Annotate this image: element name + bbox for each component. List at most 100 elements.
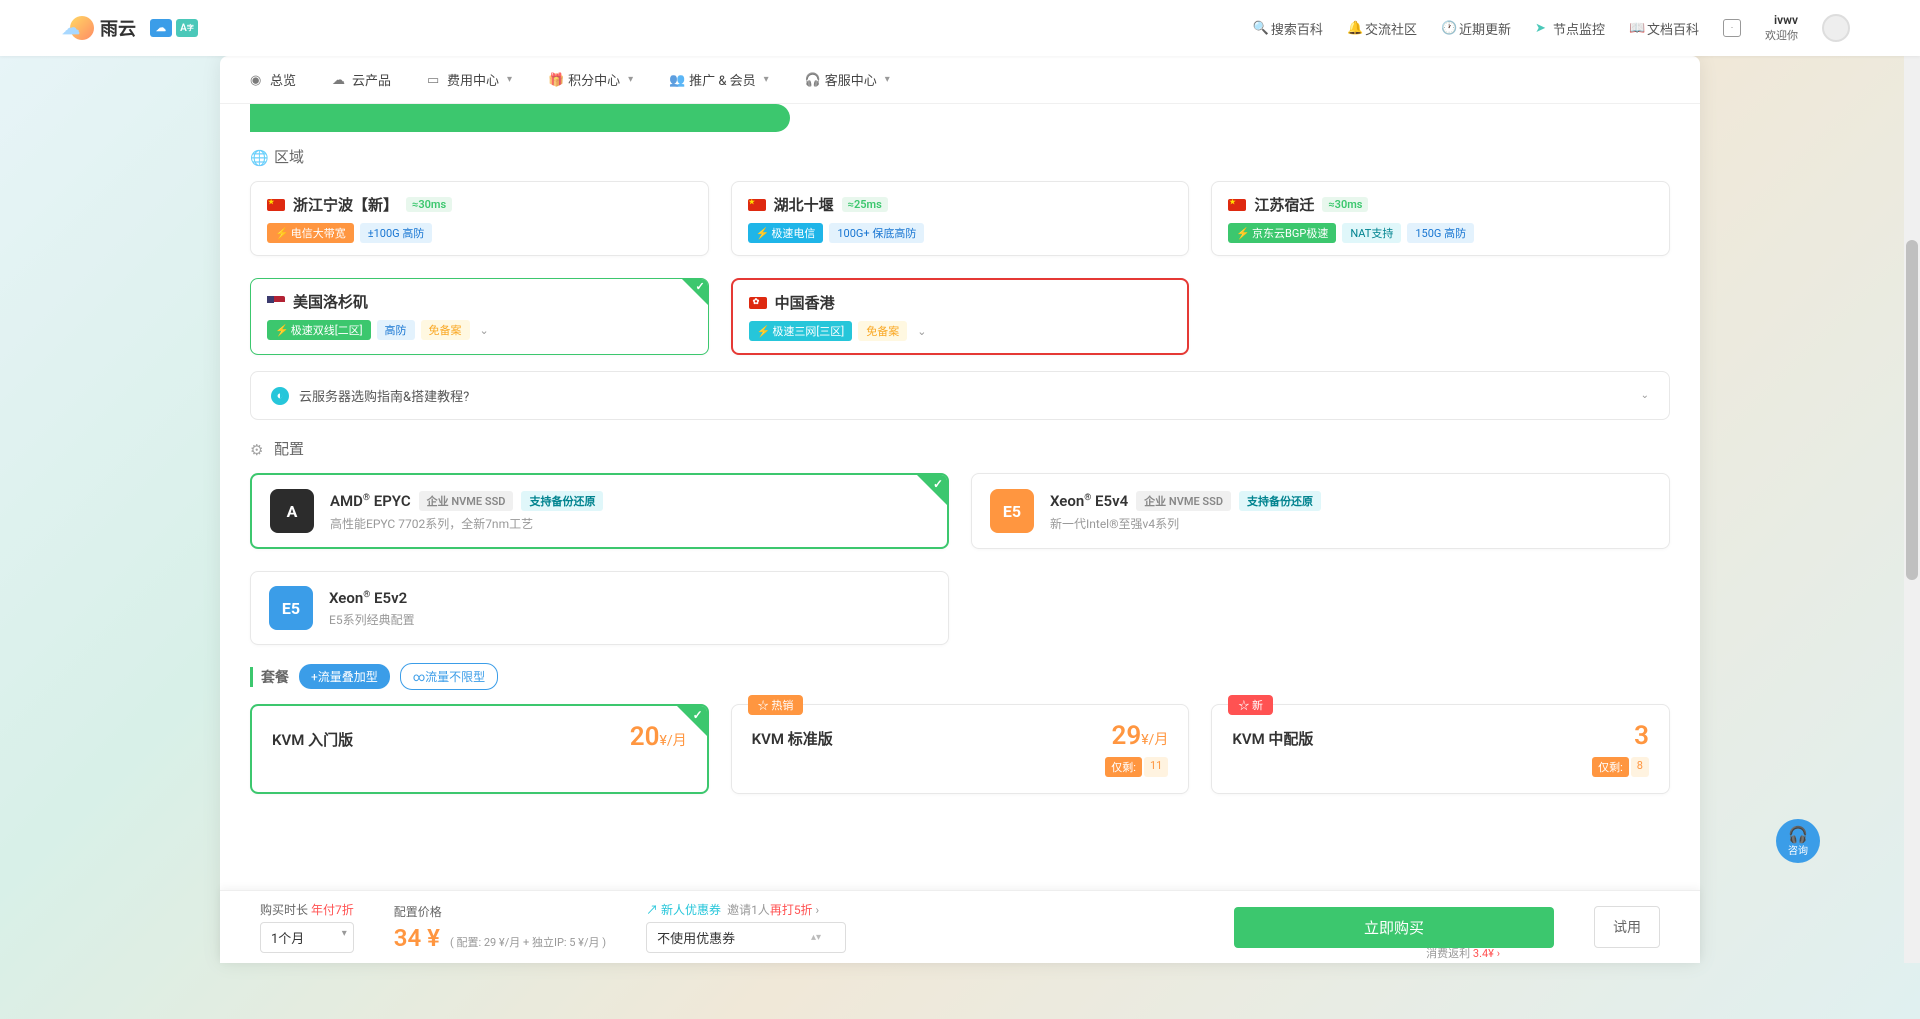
top-search[interactable]: 🔍搜索百科 (1253, 19, 1323, 38)
flag-icon (1228, 199, 1246, 211)
section-region: 🌐区域 (250, 146, 1670, 167)
wallet-icon: ▭ (427, 73, 441, 87)
region-tag: 极速双线[二区] (267, 320, 371, 340)
mail-icon (1723, 19, 1741, 37)
chevron-down-icon[interactable]: ⌄ (480, 324, 489, 337)
brand-logo[interactable]: 雨云 ☁ A字 (70, 15, 198, 41)
chevron-down-icon: ▾ (507, 74, 512, 85)
price-label: 配置价格 (394, 903, 606, 920)
region-tag: 免备案 (858, 321, 907, 341)
region-name: 中国香港 (775, 292, 835, 313)
nav-icon: ➤ (1535, 21, 1549, 35)
headset-icon: 🎧 (805, 73, 819, 87)
chevron-down-icon: ▾ (764, 74, 769, 85)
navbar: ◉总览 ☁云产品 ▭费用中心▾ 🎁积分中心▾ 👥推广 & 会员▾ 🎧客服中心▾ (220, 56, 1700, 104)
region-tag: 电信大带宽 (267, 223, 354, 243)
coupon-select[interactable]: 不使用优惠券▴▾ (646, 922, 846, 953)
scrollbar[interactable] (1904, 0, 1920, 963)
config-badge: 支持备份还原 (1239, 491, 1321, 511)
clock-icon: 🕐 (1441, 21, 1455, 35)
avatar[interactable] (1822, 14, 1850, 42)
book-icon: 📖 (1629, 21, 1643, 35)
coupon-tip: 邀请1人再打5折 › (727, 901, 819, 918)
latency-badge: ≈25ms (842, 197, 888, 212)
region-card[interactable]: 湖北十堰≈25ms极速电信100G+ 保底高防 (731, 181, 1190, 256)
cloud-icon: ☁ (332, 73, 346, 87)
logo-badge-1: ☁ (150, 19, 172, 37)
top-community[interactable]: 🔔交流社区 (1347, 19, 1417, 38)
top-docs[interactable]: 📖文档百科 (1629, 19, 1699, 38)
nav-products[interactable]: ☁云产品 (332, 70, 391, 89)
region-card[interactable]: 江苏宿迁≈30ms京东云BGP极速NAT支持150G 高防 (1211, 181, 1670, 256)
guide-link[interactable]: ◐云服务器选购指南&搭建教程? ⌄ (250, 371, 1670, 420)
user-name: ivwv (1774, 13, 1798, 27)
plan-tab-traffic[interactable]: +流量叠加型 (299, 664, 390, 689)
plan-price: 29¥/月 (1111, 721, 1168, 751)
top-mail[interactable] (1723, 19, 1741, 37)
latency-badge: ≈30ms (406, 197, 452, 212)
region-card[interactable]: 浙江宁波【新】 ≈30ms 电信大带宽 ±100G 高防 (250, 181, 709, 256)
logo-badge-2: A字 (176, 19, 198, 37)
config-desc: E5系列经典配置 (329, 611, 930, 628)
duration-select[interactable]: 1个月 ▾ (260, 922, 354, 953)
chip-icon: ⚙ (250, 441, 266, 457)
plan-price: 20¥/月 (630, 722, 687, 752)
users-icon: 👥 (669, 73, 683, 87)
nav-support[interactable]: 🎧客服中心▾ (805, 70, 890, 89)
config-icon: E5 (990, 489, 1034, 533)
dashboard-icon: ◉ (250, 73, 264, 87)
coupon-link[interactable]: ↗ 新人优惠券 (646, 901, 721, 918)
nav-overview[interactable]: ◉总览 (250, 70, 296, 89)
stock-label: 仅剩: (1592, 757, 1629, 777)
region-tag: 京东云BGP极速 (1228, 223, 1336, 243)
plan-tab-unlimited[interactable]: ∞流量不限型 (400, 663, 498, 690)
user-block[interactable]: ivwv 欢迎你 (1765, 13, 1798, 43)
region-tag: ±100G 高防 (360, 223, 433, 243)
plan-card[interactable]: KVM 入门版 20¥/月 (250, 704, 709, 794)
nav-promo[interactable]: 👥推广 & 会员▾ (669, 70, 769, 89)
flag-icon (267, 296, 285, 308)
config-desc: 新一代Intel®至强v4系列 (1050, 515, 1651, 532)
duration-label: 购买时长 年付7折 (260, 901, 354, 918)
plan-badge: ☆ 新 (1228, 695, 1273, 715)
buy-button[interactable]: 立即购买 (1234, 907, 1554, 948)
config-card[interactable]: E5Xeon® E5v2E5系列经典配置 (250, 571, 949, 645)
plan-card[interactable]: ☆ 热销KVM 标准版29¥/月仅剩:11 (731, 704, 1190, 794)
plan-name: KVM 标准版 (752, 728, 833, 749)
stock-count: 8 (1631, 757, 1649, 777)
stock-count: 11 (1144, 757, 1168, 777)
region-card[interactable]: 美国洛杉矶极速双线[二区]高防免备案⌄ (250, 278, 709, 355)
plan-price: 3 (1634, 721, 1649, 751)
top-updates[interactable]: 🕐近期更新 (1441, 19, 1511, 38)
nav-billing[interactable]: ▭费用中心▾ (427, 70, 512, 89)
topbar: 雨云 ☁ A字 🔍搜索百科 🔔交流社区 🕐近期更新 ➤节点监控 📖文档百科 iv… (0, 0, 1920, 56)
top-monitor[interactable]: ➤节点监控 (1535, 19, 1605, 38)
region-tag: 高防 (377, 320, 415, 340)
logo-icon (70, 16, 94, 40)
plan-card[interactable]: ☆ 新KVM 中配版3仅剩:8 (1211, 704, 1670, 794)
nav-points[interactable]: 🎁积分中心▾ (548, 70, 633, 89)
progress-bar (250, 104, 790, 132)
region-name: 浙江宁波【新】 (293, 194, 398, 215)
price-detail: ( 配置: 29 ¥/月 + 独立IP: 5 ¥/月 ) (450, 934, 606, 950)
gift-icon: 🎁 (548, 73, 562, 87)
section-plan: 套餐 (250, 667, 289, 687)
plan-name: KVM 中配版 (1232, 728, 1313, 749)
chevron-down-icon[interactable]: ⌄ (917, 325, 926, 338)
config-title: Xeon® E5v2 (329, 589, 407, 607)
region-name: 湖北十堰 (774, 194, 834, 215)
help-float[interactable]: 🎧咨询 (1776, 819, 1820, 863)
region-card[interactable]: 中国香港极速三网[三区]免备案 ⌄ (731, 278, 1190, 355)
plan-name: KVM 入门版 (272, 729, 353, 750)
config-title: AMD® EPYC (330, 492, 411, 510)
config-card[interactable]: AAMD® EPYC企业 NVME SSD支持备份还原高性能EPYC 7702系… (250, 473, 949, 549)
config-card[interactable]: E5Xeon® E5v4企业 NVME SSD支持备份还原新一代Intel®至强… (971, 473, 1670, 549)
search-icon: 🔍 (1253, 21, 1267, 35)
region-tag: 极速三网[三区] (749, 321, 853, 341)
user-welcome: 欢迎你 (1765, 27, 1798, 43)
region-tag: 150G 高防 (1407, 223, 1474, 243)
compass-icon: ◐ (271, 387, 289, 405)
chevron-down-icon: ▾ (628, 74, 633, 85)
flag-icon (748, 199, 766, 211)
try-button[interactable]: 试用 (1594, 906, 1660, 948)
